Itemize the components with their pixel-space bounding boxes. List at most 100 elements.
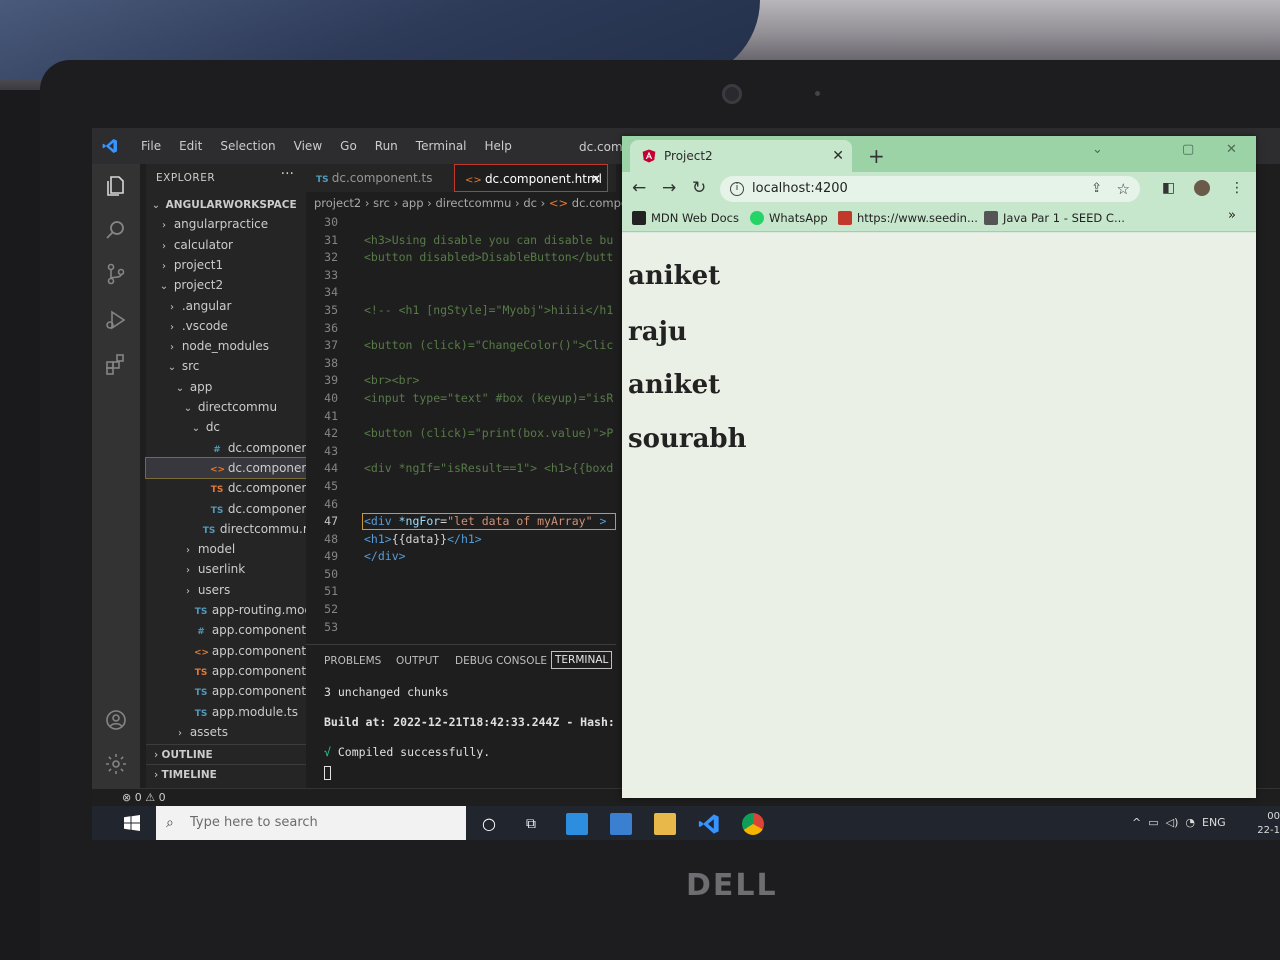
code-line[interactable]: 32 <button disabled>DisableButton</butt (306, 249, 616, 267)
share-icon[interactable]: ⇪ (1091, 176, 1102, 202)
folder-item[interactable]: › project1 (146, 255, 306, 275)
menu-help[interactable]: Help (476, 139, 521, 153)
side-panel-icon[interactable]: ◧ (1162, 180, 1175, 196)
code-line[interactable]: 36 (306, 320, 616, 338)
code-line[interactable]: 47 <div *ngFor="let data of myArray" > (306, 513, 616, 531)
code-line[interactable]: 52 (306, 601, 616, 619)
code-line[interactable]: 33 (306, 267, 616, 285)
file-item[interactable]: <> dc.component.... (145, 456, 307, 479)
close-window-icon[interactable]: ✕ (1226, 142, 1237, 157)
tab-dc-component-html[interactable]: <> dc.component.html ✕ (454, 164, 608, 192)
menu-go[interactable]: Go (331, 139, 366, 153)
bookmark-whatsapp[interactable]: WhatsApp (750, 211, 828, 225)
folder-item[interactable]: ⌄ dc (146, 417, 306, 437)
maximize-icon[interactable]: ▢ (1182, 142, 1194, 157)
source-control-icon[interactable] (104, 262, 128, 286)
file-explorer-icon[interactable] (654, 813, 676, 835)
code-line[interactable]: 46 (306, 496, 616, 514)
close-tab-icon[interactable]: ✕ (832, 140, 844, 172)
chrome-taskbar-icon[interactable] (742, 813, 764, 835)
folder-item[interactable]: › .angular (146, 296, 306, 316)
menu-run[interactable]: Run (366, 139, 407, 153)
panel-tab-debug-console[interactable]: DEBUG CONSOLE (455, 655, 547, 667)
file-item[interactable]: TS app.component.ts (146, 681, 306, 701)
more-bookmarks-icon[interactable]: » (1228, 208, 1236, 223)
language-indicator[interactable]: ENG (1202, 816, 1226, 829)
reload-icon[interactable]: ↻ (692, 178, 706, 198)
folder-item[interactable]: › model (146, 539, 306, 559)
site-info-icon[interactable]: i (730, 182, 744, 196)
menu-kebab-icon[interactable]: ⋮ (1230, 180, 1244, 196)
run-debug-icon[interactable] (104, 308, 128, 332)
folder-item[interactable]: › .vscode (146, 316, 306, 336)
code-line[interactable]: 39 <br><br> (306, 372, 616, 390)
mail-icon[interactable] (566, 813, 588, 835)
chrome-tab-project2[interactable]: Project2 ✕ (630, 140, 852, 172)
outline-section[interactable]: › OUTLINE (146, 744, 306, 764)
file-item[interactable]: TS app-routing.mod... (146, 600, 306, 620)
file-item[interactable]: TS app.module.ts (146, 702, 306, 722)
bookmark-seedinfotech[interactable]: https://www.seedin... (838, 211, 978, 225)
code-line[interactable]: 38 (306, 355, 616, 373)
code-line[interactable]: 43 (306, 443, 616, 461)
folder-item[interactable]: › assets (146, 722, 306, 742)
file-item[interactable]: TS dc.component.... (146, 478, 306, 498)
back-icon[interactable]: ← (632, 178, 646, 198)
file-item[interactable]: TS directcommu.m... (146, 519, 306, 539)
panel-tab-output[interactable]: OUTPUT (396, 655, 439, 667)
code-line[interactable]: 49 </div> (306, 548, 616, 566)
code-line[interactable]: 37 <button (click)="ChangeColor()">Clic (306, 337, 616, 355)
taskbar-clock[interactable]: 00 22-1 (1252, 810, 1280, 838)
panel-tab-problems[interactable]: PROBLEMS (324, 655, 381, 667)
store-icon[interactable] (610, 813, 632, 835)
task-view-icon[interactable]: ⧉ (520, 813, 542, 835)
settings-gear-icon[interactable] (104, 752, 128, 776)
extensions-icon[interactable] (104, 352, 128, 376)
more-actions-icon[interactable]: ··· (281, 166, 294, 182)
taskbar-search[interactable]: ⌕ Type here to search (156, 806, 466, 840)
breadcrumb-item[interactable]: app (402, 196, 424, 210)
code-line[interactable]: 30 (306, 214, 616, 232)
folder-item[interactable]: › userlink (146, 559, 306, 579)
file-item[interactable]: # dc.component.... (146, 438, 306, 458)
breadcrumb-item[interactable]: dc.compo (572, 196, 628, 210)
code-line[interactable]: 42 <button (click)="print(box.value)">P (306, 425, 616, 443)
bookmark-star-icon[interactable]: ☆ (1117, 176, 1130, 202)
folder-item[interactable]: › node_modules (146, 336, 306, 356)
code-line[interactable]: 34 (306, 284, 616, 302)
bookmark-java-part1[interactable]: Java Par 1 - SEED C... (984, 211, 1125, 225)
code-line[interactable]: 31 <h3>Using disable you can disable bu (306, 232, 616, 250)
folder-item[interactable]: ⌄ ANGULARWORKSPACE (146, 194, 306, 214)
menu-terminal[interactable]: Terminal (407, 139, 476, 153)
code-line[interactable]: 53 (306, 619, 616, 637)
timeline-section[interactable]: › TIMELINE (146, 764, 306, 784)
tab-dc-component-ts[interactable]: TS dc.component.ts (306, 164, 446, 192)
accounts-icon[interactable] (104, 708, 128, 732)
wifi-icon[interactable]: ◔ (1185, 816, 1195, 829)
tray-chevron-icon[interactable]: ^ (1132, 816, 1141, 829)
close-tab-icon[interactable]: ✕ (591, 165, 601, 193)
file-item[interactable]: <> app.component.h... (146, 641, 306, 661)
code-line[interactable]: 41 (306, 408, 616, 426)
folder-item[interactable]: › calculator (146, 235, 306, 255)
windows-start-icon[interactable] (124, 815, 140, 831)
battery-icon[interactable]: ▭ (1148, 816, 1158, 829)
volume-icon[interactable]: ◁) (1166, 816, 1179, 829)
menu-file[interactable]: File (132, 139, 170, 153)
vscode-taskbar-icon[interactable] (698, 813, 720, 835)
code-line[interactable]: 44 <div *ngIf="isResult==1"> <h1>{{boxd (306, 460, 616, 478)
folder-item[interactable]: ⌄ project2 (146, 275, 306, 295)
code-line[interactable]: 40 <input type="text" #box (keyup)="isR (306, 390, 616, 408)
problems-count[interactable]: ⊗ 0 ⚠ 0 (122, 791, 166, 804)
file-item[interactable]: TS dc.component.... (146, 499, 306, 519)
menu-selection[interactable]: Selection (211, 139, 284, 153)
code-editor[interactable]: 30 31 <h3>Using disable you can disable bu… (306, 214, 616, 636)
breadcrumb-item[interactable]: dc (523, 196, 537, 210)
cortana-icon[interactable]: ○ (478, 813, 500, 835)
breadcrumb-item[interactable]: project2 (314, 196, 361, 210)
minimize-icon[interactable]: ⌄ (1092, 142, 1103, 157)
folder-item[interactable]: ⌄ app (146, 377, 306, 397)
folder-item[interactable]: › users (146, 580, 306, 600)
bookmark-mdn[interactable]: MDN Web Docs (632, 211, 739, 225)
forward-icon[interactable]: → (662, 178, 676, 198)
